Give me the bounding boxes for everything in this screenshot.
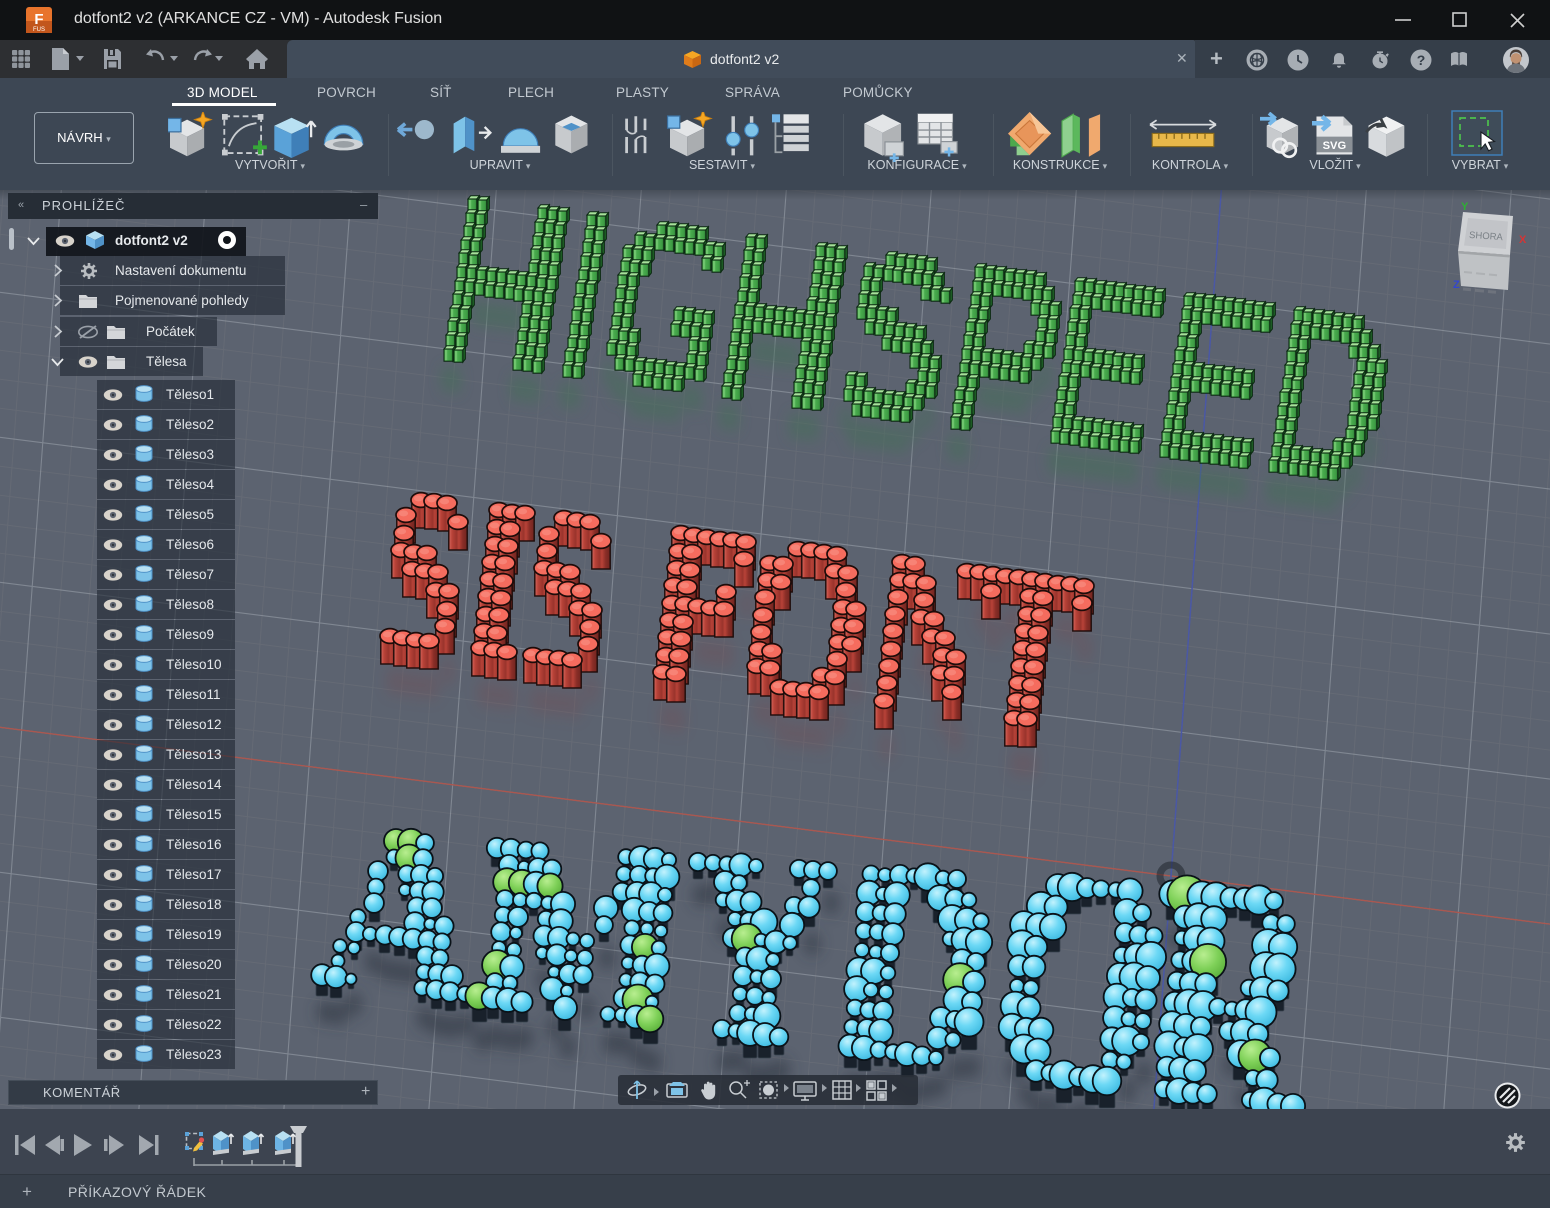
svg-text:?: ? xyxy=(1417,52,1426,68)
svg-text:X: X xyxy=(1519,234,1527,246)
svg-text:Z: Z xyxy=(1453,279,1460,291)
svg-text:Y: Y xyxy=(1461,201,1469,213)
svg-text:SVG: SVG xyxy=(1323,140,1347,152)
svg-text:FUS: FUS xyxy=(33,27,45,33)
svg-text:F: F xyxy=(34,11,43,28)
